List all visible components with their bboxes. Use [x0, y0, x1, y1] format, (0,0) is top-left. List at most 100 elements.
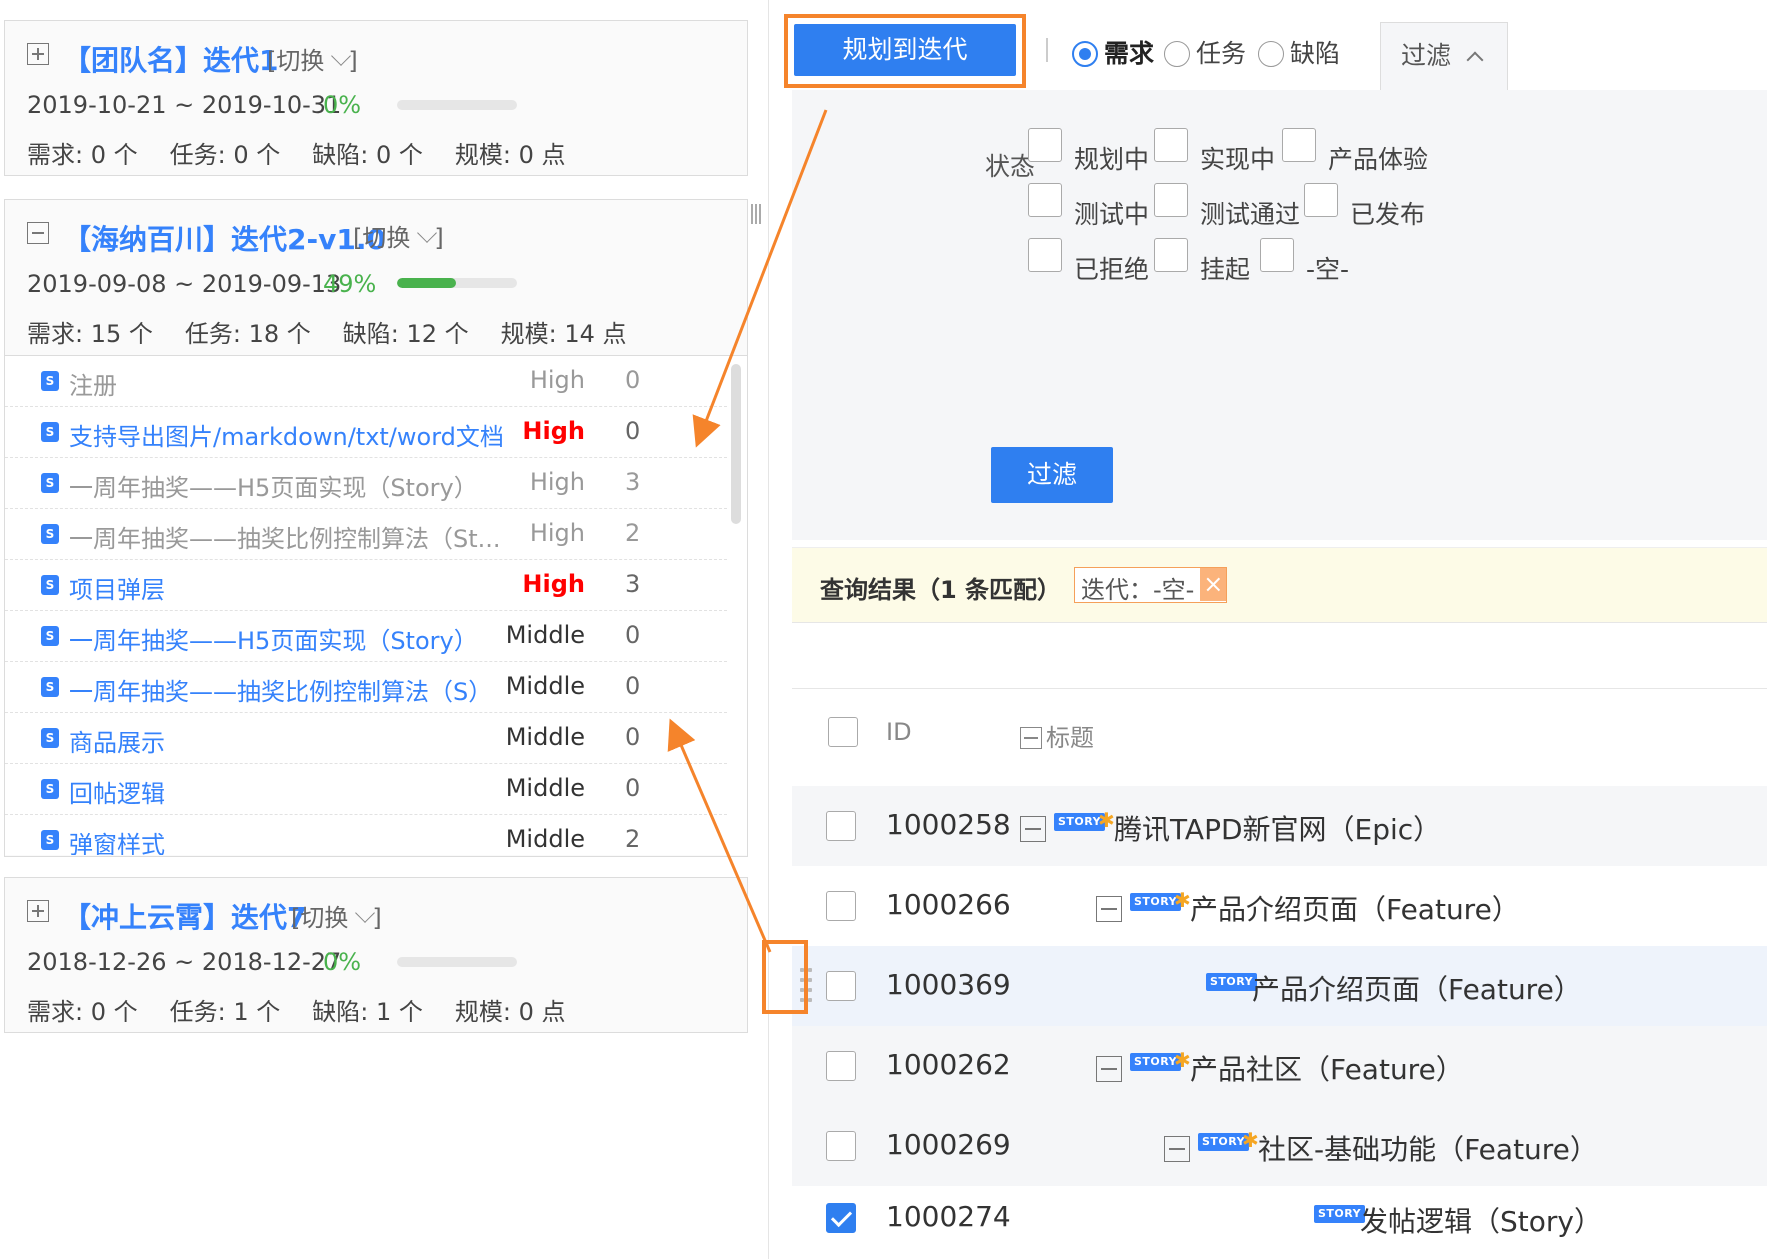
filter-toggle-tab[interactable]: 过滤: [1380, 22, 1508, 96]
story-list[interactable]: S导航位置调整至左侧Middle2S弹窗样式Middle2S回帖逻辑Middle…: [5, 355, 747, 855]
table-row[interactable]: 1000369 STORY 产品介绍页面（Feature）: [792, 946, 1767, 1026]
checkbox-icon: [1028, 183, 1062, 217]
row-checkbox[interactable]: [826, 1051, 856, 1081]
iteration-title[interactable]: 【团队名】迭代1: [63, 39, 278, 79]
status-option[interactable]: 已拒绝: [1028, 238, 1149, 284]
switch-iteration-button[interactable]: [切换]: [267, 41, 358, 76]
story-row[interactable]: S 商品展示 Middle 0: [5, 713, 727, 764]
collapse-icon[interactable]: [1020, 816, 1046, 842]
iteration-title[interactable]: 【冲上云霄】迭代7: [63, 896, 306, 936]
result-summary: 查询结果（1 条匹配）: [820, 576, 1062, 604]
star-icon: ✱: [1242, 1128, 1259, 1152]
iteration-date-range: 2018-12-26 ~ 2018-12-27: [27, 948, 342, 976]
panel-resize-handle[interactable]: [751, 204, 761, 224]
table-row[interactable]: 1000266 STORY ✱ 产品介绍页面（Feature）: [792, 866, 1767, 946]
story-title[interactable]: 一周年抽奖——抽奖比例控制算法（St...: [69, 519, 501, 554]
row-title[interactable]: 产品介绍页面（Feature）: [1190, 888, 1520, 928]
iteration-title[interactable]: 【海纳百川】迭代2-v1.0: [63, 218, 386, 258]
radio-checked-icon: [1072, 41, 1098, 67]
story-row[interactable]: S 注册 High 0: [5, 356, 727, 407]
collapse-icon[interactable]: [1164, 1136, 1190, 1162]
story-priority: High: [529, 519, 585, 547]
story-row[interactable]: S 一周年抽奖——抽奖比例控制算法（S） Middle 0: [5, 662, 727, 713]
column-title[interactable]: 标题: [1020, 718, 1094, 753]
story-priority: High: [529, 468, 585, 496]
status-option[interactable]: 已发布: [1304, 183, 1425, 229]
story-priority: Middle: [505, 774, 585, 802]
switch-iteration-button[interactable]: [切换]: [353, 218, 444, 253]
filter-submit-button[interactable]: 过滤: [991, 447, 1113, 503]
expand-icon[interactable]: [27, 43, 49, 65]
close-icon[interactable]: ×: [1200, 568, 1227, 601]
select-all-checkbox[interactable]: [828, 717, 858, 747]
status-option[interactable]: 规划中: [1028, 128, 1149, 174]
table-row[interactable]: 1000269 STORY ✱ 社区-基础功能（Feature）: [792, 1106, 1767, 1186]
plan-to-iteration-button[interactable]: 规划到迭代: [794, 24, 1016, 76]
table-row[interactable]: 1000258 STORY ✱ 腾讯TAPD新官网（Epic）: [792, 786, 1767, 866]
status-option[interactable]: 产品体验: [1282, 128, 1428, 174]
checkbox-icon: [1304, 183, 1338, 217]
row-title[interactable]: 产品介绍页面（Feature）: [1252, 968, 1582, 1008]
story-title[interactable]: 弹窗样式: [69, 825, 165, 855]
collapse-all-icon[interactable]: [1020, 727, 1042, 749]
row-title[interactable]: 发帖逻辑（Story）: [1360, 1200, 1602, 1240]
story-title[interactable]: 一周年抽奖——H5页面实现（Story）: [69, 621, 478, 656]
row-checkbox[interactable]: [826, 971, 856, 1001]
table-divider: [792, 688, 1767, 689]
column-id[interactable]: ID: [886, 718, 912, 746]
status-option[interactable]: 挂起: [1154, 238, 1250, 284]
story-row[interactable]: S 一周年抽奖——抽奖比例控制算法（St... High 2: [5, 509, 727, 560]
task-count: 任务: 0 个: [169, 141, 281, 169]
radio-bug[interactable]: 缺陷: [1258, 34, 1340, 70]
story-icon: S: [41, 473, 59, 493]
story-title[interactable]: 商品展示: [69, 723, 165, 758]
story-title[interactable]: 项目弹层: [69, 570, 165, 605]
story-row[interactable]: S 弹窗样式 Middle 2: [5, 815, 727, 855]
story-title[interactable]: 回帖逻辑: [69, 774, 165, 809]
story-row[interactable]: S 一周年抽奖——H5页面实现（Story） High 3: [5, 458, 727, 509]
table-row[interactable]: 1000274 STORY 发帖逻辑（Story）: [792, 1178, 1767, 1258]
status-option[interactable]: 实现中: [1154, 128, 1275, 174]
collapse-icon[interactable]: [1096, 1056, 1122, 1082]
row-title[interactable]: 社区-基础功能（Feature）: [1258, 1128, 1598, 1168]
story-row[interactable]: S 项目弹层 High 3: [5, 560, 727, 611]
iteration-card: 【海纳百川】迭代2-v1.0 [切换] 2019-09-08 ~ 2019-09…: [4, 199, 748, 857]
status-option[interactable]: 测试通过: [1154, 183, 1300, 229]
row-id: 1000269: [886, 1128, 1011, 1161]
radio-unchecked-icon: [1258, 41, 1284, 67]
row-checkbox[interactable]: [826, 1131, 856, 1161]
row-checkbox-checked[interactable]: [826, 1203, 856, 1233]
scale-count: 规模: 14 点: [500, 320, 627, 348]
story-title[interactable]: 一周年抽奖——抽奖比例控制算法（S）: [69, 672, 492, 707]
story-count: 2: [625, 519, 641, 547]
status-option[interactable]: -空-: [1260, 238, 1349, 284]
collapse-icon[interactable]: [27, 222, 49, 244]
row-checkbox[interactable]: [826, 891, 856, 921]
row-id: 1000266: [886, 888, 1011, 921]
story-icon: STORY: [1314, 1205, 1366, 1223]
status-option[interactable]: 测试中: [1028, 183, 1149, 229]
radio-task[interactable]: 任务: [1164, 34, 1246, 70]
iteration-panel: 【团队名】迭代1 [切换] 2019-10-21 ~ 2019-10-31 0%…: [0, 0, 761, 1259]
row-title[interactable]: 腾讯TAPD新官网（Epic）: [1114, 808, 1441, 848]
scrollbar-thumb[interactable]: [731, 364, 741, 524]
story-count: 0: [625, 774, 641, 802]
checkbox-icon: [1154, 183, 1188, 217]
story-title[interactable]: 支持导出图片/markdown/txt/word文档: [69, 417, 504, 452]
row-title[interactable]: 产品社区（Feature）: [1190, 1048, 1464, 1088]
collapse-icon[interactable]: [1096, 896, 1122, 922]
table-row[interactable]: 1000262 STORY ✱ 产品社区（Feature）: [792, 1026, 1767, 1106]
row-checkbox[interactable]: [826, 811, 856, 841]
story-row[interactable]: S 回帖逻辑 Middle 0: [5, 764, 727, 815]
story-row[interactable]: S 支持导出图片/markdown/txt/word文档 High 0: [5, 407, 727, 458]
filter-area: 状态 规划中 实现中 产品体验 测试中 测试通过 已发布 已拒绝 挂起 -空- …: [792, 90, 1767, 540]
switch-iteration-button[interactable]: [切换]: [291, 898, 382, 933]
story-title[interactable]: 一周年抽奖——H5页面实现（Story）: [69, 468, 478, 503]
checkbox-icon: [1028, 238, 1062, 272]
iteration-card: 【冲上云霄】迭代7 [切换] 2018-12-26 ~ 2018-12-27 0…: [4, 877, 748, 1033]
story-icon: S: [41, 422, 59, 442]
story-row[interactable]: S 一周年抽奖——H5页面实现（Story） Middle 0: [5, 611, 727, 662]
expand-icon[interactable]: [27, 900, 49, 922]
radio-requirement[interactable]: 需求: [1072, 34, 1154, 70]
story-title[interactable]: 注册: [69, 366, 117, 401]
